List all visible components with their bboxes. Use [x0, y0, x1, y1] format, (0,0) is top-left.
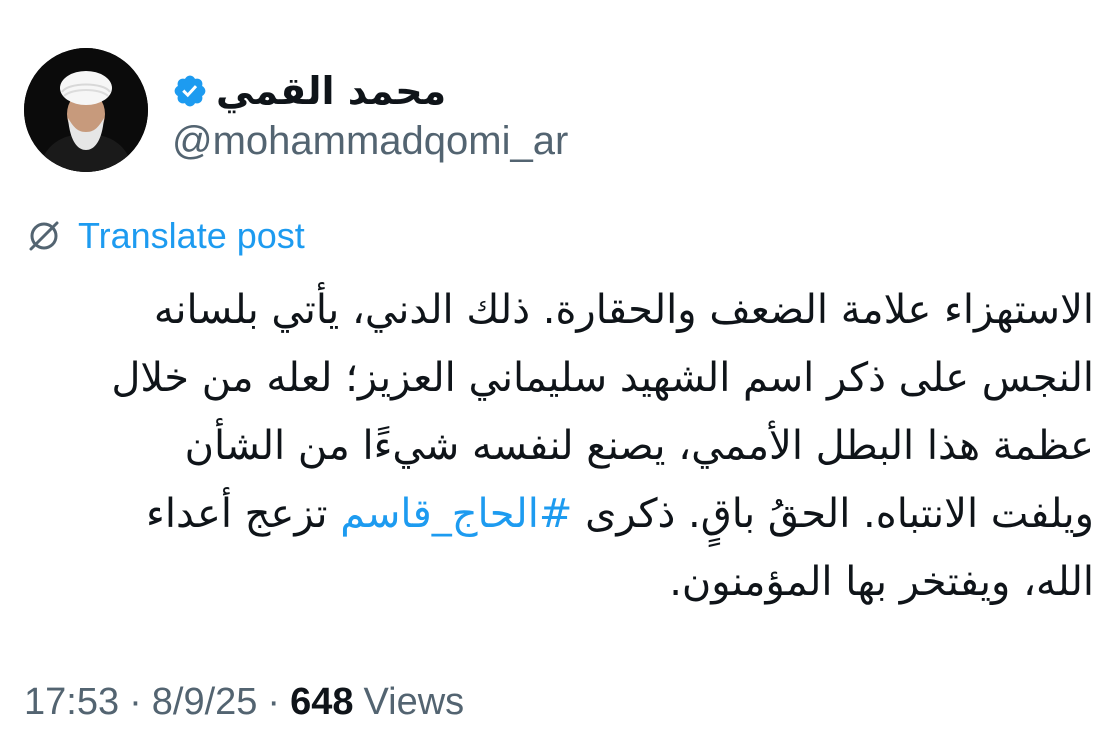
tweet-line-text: ويلفت الانتباه. الحقُ باقٍ. ذكرى: [585, 491, 1094, 537]
tweet-line: عظمة هذا البطل الأممي، يصنع لنفسه شيءًا …: [184, 423, 1094, 469]
post-date[interactable]: 8/9/25: [152, 676, 258, 728]
tweet-line: الاستهزاء علامة الضعف والحقارة. ذلك الدن…: [153, 287, 1094, 333]
avatar[interactable]: [24, 48, 148, 172]
display-name[interactable]: محمد القمي: [216, 66, 446, 116]
views-count[interactable]: 648: [290, 676, 353, 728]
tweet-line: النجس على ذكر اسم الشهيد سليماني العزيز؛…: [111, 355, 1094, 401]
avatar-photo: [24, 48, 148, 172]
tweet-line-text: تزعج أعداء: [146, 491, 328, 537]
post-time[interactable]: 17:53: [24, 676, 119, 728]
tweet-line-with-hashtag: ويلفت الانتباه. الحقُ باقٍ. ذكرى #الحاج_…: [20, 480, 1094, 548]
globe-slash-icon: [26, 218, 62, 254]
tweet-meta: 17:53 · 8/9/25 · 648 Views: [24, 676, 464, 728]
views-label[interactable]: Views: [363, 676, 464, 728]
meta-separator: ·: [267, 681, 281, 723]
hashtag-link[interactable]: #الحاج_قاسم: [340, 491, 572, 537]
tweet-text: الاستهزاء علامة الضعف والحقارة. ذلك الدن…: [20, 276, 1094, 616]
translate-post-label: Translate post: [78, 215, 305, 256]
author-handle[interactable]: @mohammadqomi_ar: [172, 116, 568, 166]
translate-post-button[interactable]: Translate post: [26, 212, 305, 260]
author-name-row[interactable]: محمد القمي: [172, 66, 446, 116]
meta-separator: ·: [129, 681, 142, 723]
tweet-line: الله، ويفتخر بها المؤمنون.: [669, 559, 1094, 605]
verified-badge-icon[interactable]: [172, 73, 208, 109]
